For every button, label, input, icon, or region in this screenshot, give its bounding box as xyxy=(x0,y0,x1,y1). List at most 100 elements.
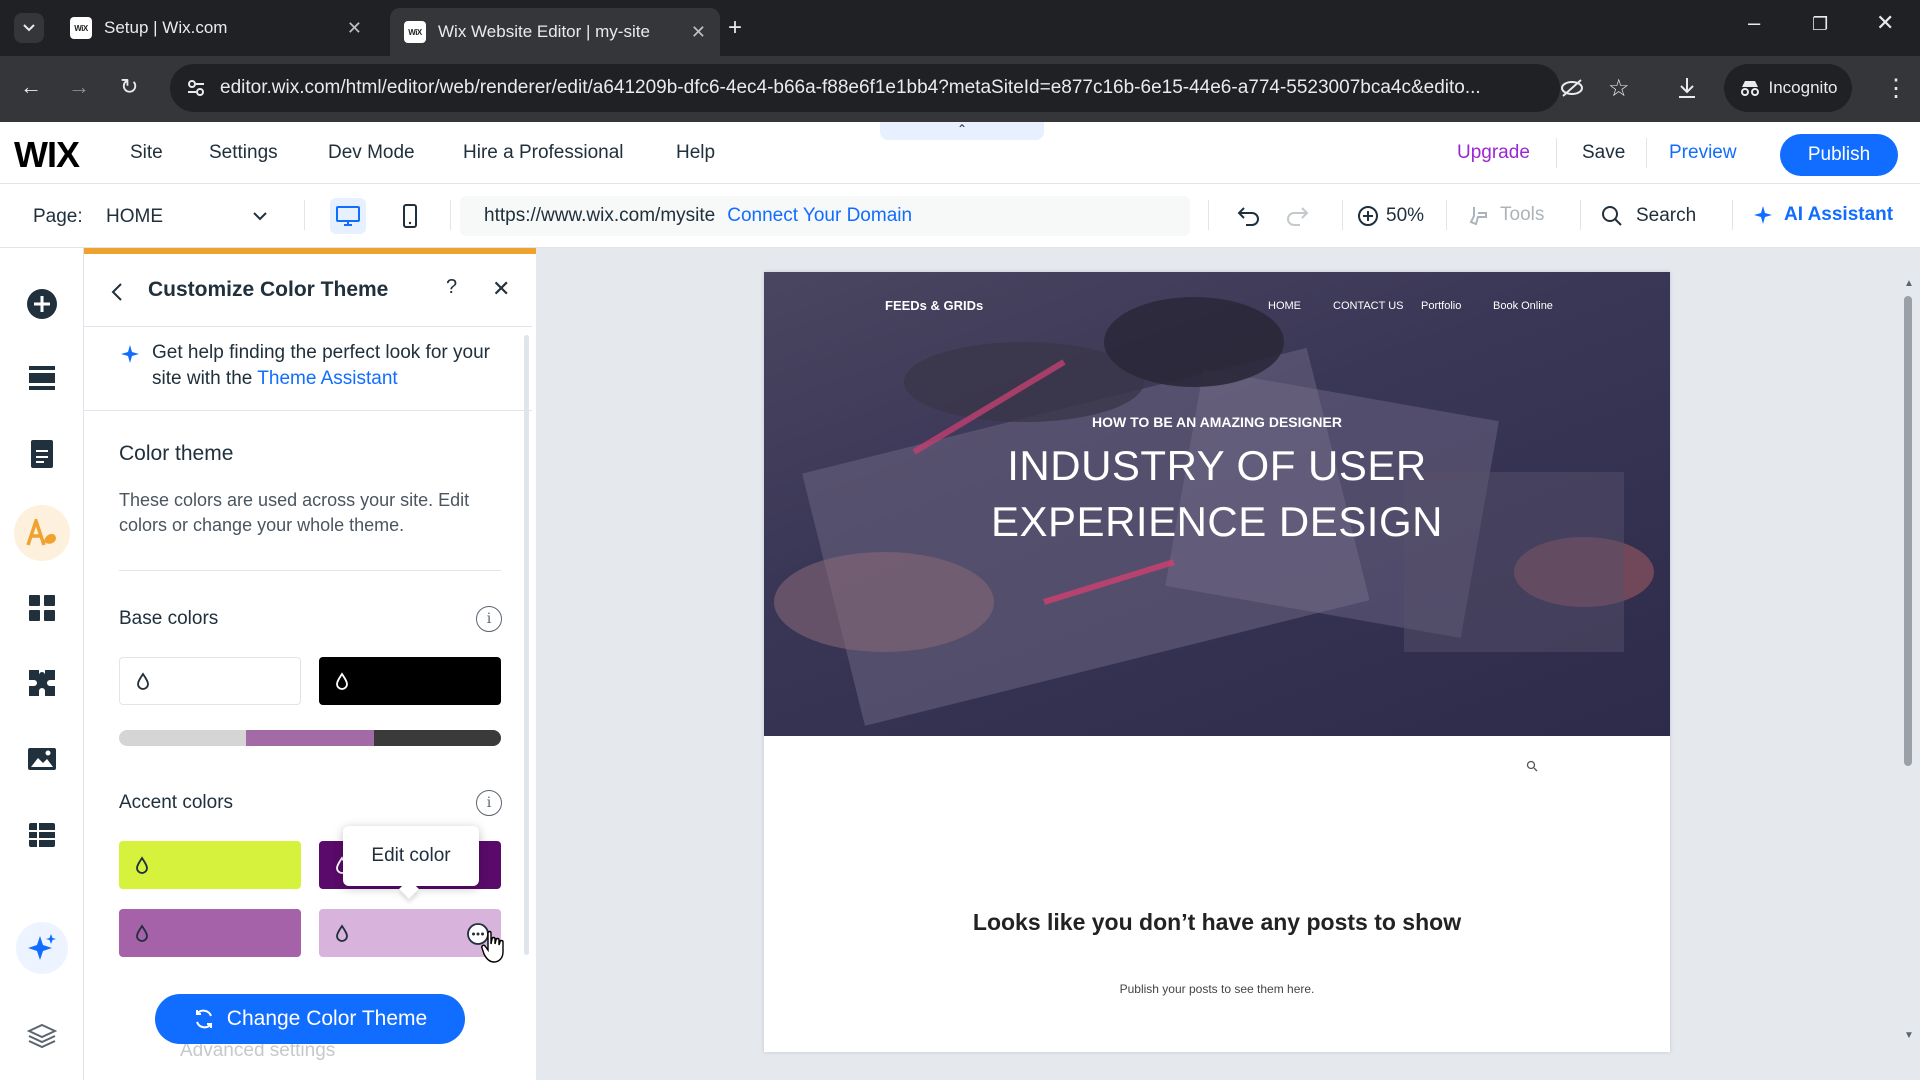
scroll-down-icon[interactable]: ▼ xyxy=(1904,1030,1914,1041)
search-icon[interactable] xyxy=(1526,760,1538,772)
theme-assistant-link[interactable]: Theme Assistant xyxy=(257,368,397,389)
eye-off-icon[interactable] xyxy=(1560,78,1584,98)
tools-button[interactable]: Tools xyxy=(1468,204,1544,226)
site-nav-home[interactable]: HOME xyxy=(1268,300,1301,312)
browser-tab-editor[interactable]: WiX Wix Website Editor | my-site ✕ xyxy=(390,8,720,56)
undo-icon[interactable] xyxy=(1236,204,1262,228)
back-icon[interactable]: ← xyxy=(20,74,42,100)
site-settings-icon[interactable] xyxy=(186,78,206,98)
zoom-control[interactable]: 50% xyxy=(1356,204,1424,228)
ai-tools-button[interactable] xyxy=(16,922,68,974)
restore-icon[interactable]: ❐ xyxy=(1812,14,1828,35)
design-icon xyxy=(26,519,56,546)
collapse-toolbar-button[interactable]: ⌃ xyxy=(880,122,1044,140)
back-arrow-icon[interactable] xyxy=(110,282,124,302)
menu-help[interactable]: Help xyxy=(676,142,715,164)
divider xyxy=(1342,200,1343,230)
hero-title-line: EXPERIENCE DESIGN xyxy=(991,498,1443,545)
incognito-icon xyxy=(1740,81,1759,96)
page-label: Page: xyxy=(33,206,83,227)
address-bar[interactable]: editor.wix.com/html/editor/web/renderer/… xyxy=(170,64,1560,112)
desktop-view-button[interactable] xyxy=(330,198,366,234)
divider xyxy=(1580,200,1581,230)
tools-icon xyxy=(1469,207,1487,226)
info-icon[interactable]: i xyxy=(476,606,502,632)
droplet-icon xyxy=(336,672,348,690)
mobile-view-button[interactable] xyxy=(392,198,428,234)
droplet-icon xyxy=(136,924,148,942)
site-nav-portfolio[interactable]: Portfolio xyxy=(1421,300,1461,312)
site-nav-book-online[interactable]: Book Online xyxy=(1493,300,1553,312)
pages-button[interactable] xyxy=(20,432,64,476)
close-icon[interactable]: ✕ xyxy=(492,276,510,302)
gradient-segment xyxy=(119,730,247,746)
puzzle-icon xyxy=(29,670,55,696)
business-apps-button[interactable] xyxy=(20,661,64,705)
base-color-swatch-dark[interactable] xyxy=(319,657,501,705)
accent-color-swatch-3[interactable] xyxy=(119,909,301,957)
reload-icon[interactable]: ↻ xyxy=(120,74,138,100)
mobile-icon xyxy=(403,204,417,228)
menu-dev-mode[interactable]: Dev Mode xyxy=(328,142,415,164)
accent-color-swatch-1[interactable] xyxy=(119,841,301,889)
divider xyxy=(1208,200,1209,230)
close-window-icon[interactable]: ✕ xyxy=(1876,10,1894,36)
base-color-gradient-bar xyxy=(119,730,501,746)
preview-button[interactable]: Preview xyxy=(1669,142,1737,164)
media-button[interactable] xyxy=(20,737,64,781)
page-selector[interactable]: HOME xyxy=(106,206,163,228)
chevron-down-icon[interactable] xyxy=(252,208,268,224)
droplet-icon xyxy=(336,924,348,942)
site-design-button[interactable] xyxy=(14,505,70,561)
connect-domain-link[interactable]: Connect Your Domain xyxy=(727,205,912,227)
cms-button[interactable] xyxy=(20,813,64,857)
add-elements-button[interactable] xyxy=(20,282,64,326)
close-tab-icon[interactable]: ✕ xyxy=(691,22,706,43)
refresh-icon xyxy=(195,1009,212,1029)
info-icon[interactable]: i xyxy=(476,790,502,816)
table-icon xyxy=(29,823,55,847)
site-url-bar[interactable]: https://www.wix.com/mysite Connect Your … xyxy=(460,196,1190,236)
canvas-scrollbar[interactable] xyxy=(1904,296,1912,766)
browser-menu-icon[interactable]: ⋮ xyxy=(1884,74,1908,103)
save-button[interactable]: Save xyxy=(1582,142,1625,164)
menu-settings[interactable]: Settings xyxy=(209,142,278,164)
menu-hire-professional[interactable]: Hire a Professional xyxy=(463,142,624,164)
color-theme-heading: Color theme xyxy=(119,442,234,465)
apps-button[interactable] xyxy=(20,586,64,630)
scroll-up-icon[interactable]: ▲ xyxy=(1904,278,1914,289)
base-colors-heading: Base colors xyxy=(119,608,219,629)
minimize-icon[interactable]: – xyxy=(1748,10,1760,36)
download-icon[interactable] xyxy=(1676,76,1698,100)
panel-scrollbar[interactable] xyxy=(524,335,529,955)
site-logo[interactable]: FEEDs & GRIDs xyxy=(885,298,983,313)
ai-assistant-button[interactable]: AI Assistant xyxy=(1752,204,1893,226)
divider xyxy=(84,326,532,327)
change-color-theme-button[interactable]: Change Color Theme xyxy=(155,994,465,1044)
new-tab-icon[interactable]: + xyxy=(728,14,742,42)
layers-icon xyxy=(27,1023,57,1049)
redo-icon[interactable] xyxy=(1284,204,1310,228)
incognito-indicator[interactable]: Incognito xyxy=(1724,64,1852,112)
layers-button[interactable] xyxy=(20,1014,64,1058)
browser-tab-setup[interactable]: WiX Setup | Wix.com ✕ xyxy=(56,8,376,48)
publish-button[interactable]: Publish xyxy=(1780,134,1898,176)
upgrade-link[interactable]: Upgrade xyxy=(1457,142,1530,164)
menu-site[interactable]: Site xyxy=(130,142,163,164)
forward-icon[interactable]: → xyxy=(68,74,90,100)
search-button[interactable]: Search xyxy=(1600,204,1696,228)
wix-logo[interactable]: WIX xyxy=(14,134,80,176)
site-nav-contact[interactable]: CONTACT US xyxy=(1333,300,1404,312)
sections-button[interactable] xyxy=(20,356,64,400)
divider xyxy=(1646,138,1647,168)
zoom-level: 50% xyxy=(1386,205,1425,226)
change-color-theme-label: Change Color Theme xyxy=(226,1007,428,1030)
base-color-swatch-light[interactable] xyxy=(119,657,301,705)
apps-grid-icon xyxy=(29,595,55,621)
help-icon[interactable]: ? xyxy=(446,276,457,299)
page-icon xyxy=(31,440,53,468)
tab-search-button[interactable] xyxy=(14,13,44,43)
bookmark-star-icon[interactable]: ☆ xyxy=(1608,74,1630,103)
wix-favicon-icon: WiX xyxy=(70,17,92,39)
close-tab-icon[interactable]: ✕ xyxy=(347,18,362,39)
